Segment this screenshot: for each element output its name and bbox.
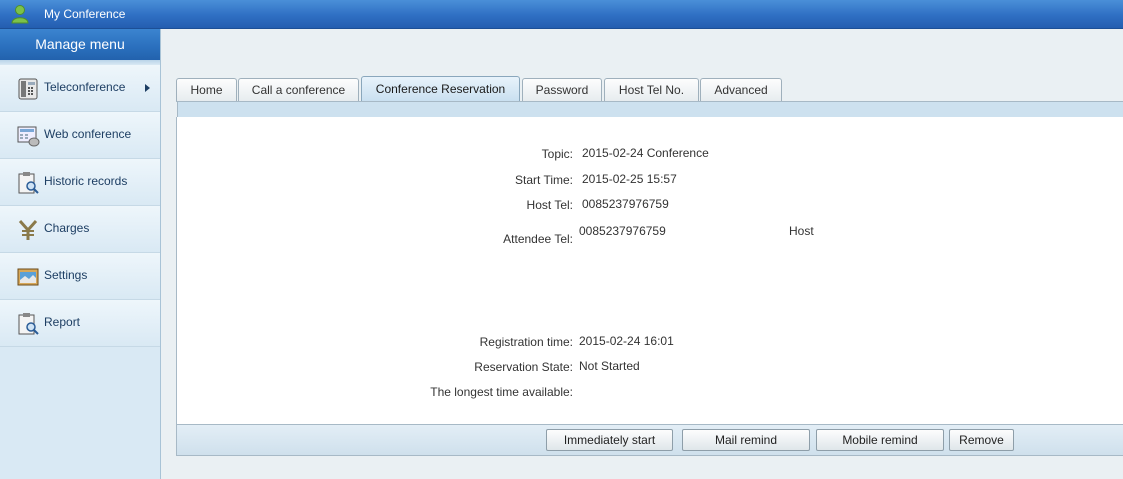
reservation-details-panel: Topic: 2015-02-24 Conference Start Time:… [176,117,1123,425]
clipboard-search-icon [18,172,39,194]
registration-time-label: Registration time: [479,335,573,349]
main-content: Home Call a conference Conference Reserv… [161,29,1123,479]
host-tel-value: 0085237976759 [582,197,669,211]
sidebar-item-label: Report [44,315,81,329]
sidebar-item-label: Charges [44,221,90,235]
manage-menu-label: Manage menu [35,36,125,52]
attendee-tel-label: Attendee Tel: [503,232,573,246]
registration-time-value: 2015-02-24 16:01 [579,334,674,348]
tab-call-a-conference[interactable]: Call a conference [238,78,359,101]
sidebar-item-web-conference[interactable]: Web conference [0,112,160,159]
immediately-start-button[interactable]: Immediately start [546,429,673,451]
sidebar-item-charges[interactable]: Charges [0,206,160,253]
sidebar-item-report[interactable]: Report [0,300,160,347]
sidebar-item-settings[interactable]: Settings [0,253,160,300]
tab-password[interactable]: Password [522,78,602,101]
topic-label: Topic: [541,147,573,161]
mail-remind-button[interactable]: Mail remind [682,429,810,451]
host-tel-label: Host Tel: [526,198,573,212]
tab-advanced[interactable]: Advanced [700,78,782,101]
longest-time-label: The longest time available: [430,385,573,399]
tab-conference-reservation[interactable]: Conference Reservation [361,76,520,102]
manage-menu-header: Manage menu [0,29,160,65]
sub-header-bar [177,102,1123,117]
tab-host-tel-no[interactable]: Host Tel No. [604,78,699,101]
topic-value: 2015-02-24 Conference [582,146,709,160]
phone-icon [18,78,38,100]
reservation-state-label: Reservation State: [474,360,573,374]
sidebar-item-label: Web conference [44,127,132,141]
action-bar: Immediately start Mail remind Mobile rem… [176,424,1123,456]
sidebar-item-label: Historic records [44,174,128,188]
start-time-value: 2015-02-25 15:57 [582,172,677,186]
attendee-role-value: Host [789,224,814,238]
sidebar-item-historic-records[interactable]: Historic records [0,159,160,206]
settings-window-icon [17,268,39,286]
tab-home[interactable]: Home [176,78,237,101]
sidebar: Manage menu Teleconference Web conferenc… [0,29,161,479]
remove-button[interactable]: Remove [949,429,1014,451]
yen-icon [18,220,38,240]
user-icon [11,5,29,24]
window-title: My Conference [44,7,126,21]
mobile-remind-button[interactable]: Mobile remind [816,429,944,451]
report-search-icon [18,313,39,335]
web-conference-icon [17,126,40,147]
attendee-tel-value: 0085237976759 [579,224,666,238]
sidebar-item-teleconference[interactable]: Teleconference [0,65,160,112]
title-bar: My Conference [0,0,1123,29]
sidebar-item-label: Teleconference [44,80,126,94]
sidebar-item-label: Settings [44,268,88,282]
reservation-state-value: Not Started [579,359,640,373]
chevron-right-icon [145,84,150,92]
start-time-label: Start Time: [514,173,573,187]
